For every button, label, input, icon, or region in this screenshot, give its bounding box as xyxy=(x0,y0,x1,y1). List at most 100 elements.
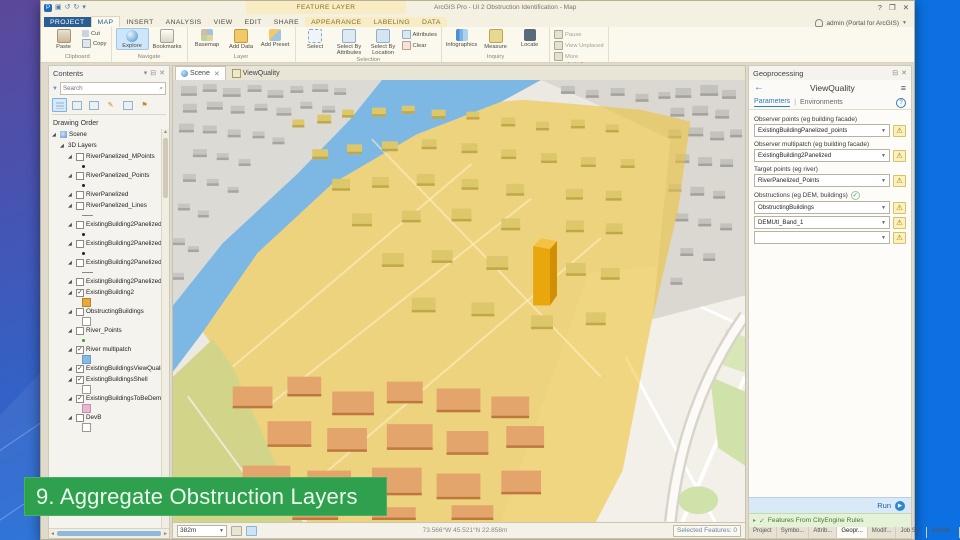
ribbon-button-select-by-location[interactable]: Select By Location xyxy=(368,28,399,56)
expand-icon[interactable]: ◢ xyxy=(68,377,74,383)
expand-icon[interactable]: ◢ xyxy=(68,192,74,198)
layer-visibility-checkbox[interactable] xyxy=(76,326,84,335)
ribbon-button-cut[interactable]: Cut xyxy=(82,30,107,37)
layer-item-riverpanelized-points[interactable]: ◢ RiverPanelized_Points xyxy=(52,170,161,181)
ribbon-tab-project[interactable]: PROJECT xyxy=(44,17,91,27)
ribbon-button-more[interactable]: More xyxy=(554,52,604,61)
dock-tab-attrib[interactable]: Attrib... xyxy=(809,527,838,538)
expand-icon[interactable]: ◢ xyxy=(68,279,74,285)
expand-icon[interactable]: ◢ xyxy=(68,154,74,160)
ribbon-button-pause[interactable]: Pause xyxy=(554,30,604,39)
warning-icon[interactable]: ⚠ xyxy=(893,231,906,244)
restore-button[interactable]: ❐ xyxy=(889,3,896,12)
parameter-dropdown[interactable]: ExistingBuilding2Panelized ▼ xyxy=(754,149,890,162)
menu-icon[interactable]: ≡ xyxy=(901,83,906,93)
pane-pin-icon[interactable]: ⊟ xyxy=(150,69,156,77)
list-by-data-source-icon[interactable] xyxy=(69,98,84,112)
ribbon-tab-insert[interactable]: INSERT xyxy=(120,17,159,27)
expand-icon[interactable]: ◢ xyxy=(68,290,74,296)
pane-pin-icon[interactable]: ⊟ xyxy=(892,69,898,77)
ribbon-tab-appearance[interactable]: APPEARANCE xyxy=(305,17,368,27)
ribbon-button-add-preset[interactable]: Add Preset xyxy=(260,28,291,48)
ribbon-tab-map[interactable]: MAP xyxy=(90,16,121,27)
tab-environments[interactable]: Environments xyxy=(800,99,843,106)
pane-menu-icon[interactable]: ▾ xyxy=(144,69,148,77)
customize-toolbar-icon[interactable]: ▾ xyxy=(82,3,86,12)
layer-item-existingbuilding2panelized-line[interactable]: ◢ExistingBuilding2Panelized_Line xyxy=(52,257,161,268)
ribbon-button-add-data[interactable]: Add Data xyxy=(226,28,257,50)
layer-item-existingbuilding2panelized-poin[interactable]: ◢ExistingBuilding2Panelized_Poin xyxy=(52,238,161,249)
ribbon-button-paste[interactable]: Paste xyxy=(48,28,79,50)
completed-notification[interactable]: ▸ ✓ Features From CityEngine Rules xyxy=(749,513,911,527)
dock-tab-geopr[interactable]: Geopr... xyxy=(837,527,868,538)
warning-icon[interactable]: ⚠ xyxy=(893,124,906,137)
list-by-snapping-icon[interactable] xyxy=(120,98,135,112)
help-icon[interactable]: ? xyxy=(896,97,906,108)
close-button[interactable]: ✕ xyxy=(903,3,909,12)
list-by-editing-icon[interactable]: ✎ xyxy=(103,98,118,112)
expand-icon[interactable]: ◢ xyxy=(68,396,74,402)
tree-item-scene[interactable]: ◢ Scene xyxy=(52,129,161,140)
parameter-dropdown[interactable]: ExistingBuildingPanelized_points ▼ xyxy=(754,124,890,137)
layer-item-river-points[interactable]: ◢ River_Points xyxy=(52,325,161,336)
parameter-dropdown[interactable]: ObstructingBuildings ▼ xyxy=(754,201,890,214)
expand-icon[interactable]: ◢ xyxy=(68,309,74,315)
ribbon-button-view-unplaced[interactable]: View Unplaced xyxy=(554,41,604,50)
account-menu[interactable]: admin (Portal for ArcGIS) ▼ xyxy=(815,19,911,27)
layer-item-river-multipatch[interactable]: ◢ ✓ River multipatch xyxy=(52,344,161,355)
view-tab-viewquality[interactable]: ViewQuality xyxy=(227,67,285,80)
layer-visibility-checkbox[interactable] xyxy=(76,220,84,229)
list-by-selection-icon[interactable] xyxy=(86,98,101,112)
tab-parameters[interactable]: Parameters xyxy=(754,98,791,107)
expand-icon[interactable]: ◢ xyxy=(60,143,66,149)
layer-visibility-checkbox[interactable] xyxy=(76,277,84,286)
layer-item-existingbuilding2[interactable]: ◢ ✓ ExistingBuilding2 xyxy=(52,287,161,298)
undo-icon[interactable]: ↺ xyxy=(65,3,71,12)
tree-item-3d-layers[interactable]: ◢ 3D Layers xyxy=(52,140,161,151)
contents-horizontal-scrollbar[interactable]: ◄ ► xyxy=(49,528,169,538)
layer-item-riverpanelized-lines[interactable]: ◢ RiverPanelized_Lines xyxy=(52,200,161,211)
expand-icon[interactable]: ◢ xyxy=(68,347,74,353)
layer-visibility-checkbox[interactable]: ✓ xyxy=(76,345,84,354)
warning-icon[interactable]: ⚠ xyxy=(893,149,906,162)
filter-icon[interactable]: ▼ xyxy=(52,86,58,92)
expand-icon[interactable]: ◢ xyxy=(68,366,74,372)
scene-viewport[interactable] xyxy=(173,80,745,522)
expand-icon[interactable]: ◢ xyxy=(68,203,74,209)
layer-item-existingbuildingstobedemolishe[interactable]: ◢✓ExistingBuildingsToBeDemolishe xyxy=(52,393,161,404)
layer-visibility-checkbox[interactable] xyxy=(76,413,84,422)
layer-item-obstructingbuildings[interactable]: ◢ ObstructingBuildings xyxy=(52,306,161,317)
layer-item-devb[interactable]: ◢ DevB xyxy=(52,412,161,423)
back-arrow-icon[interactable]: ← xyxy=(754,83,764,93)
close-tab-icon[interactable]: ✕ xyxy=(214,70,220,78)
save-icon[interactable]: ▣ xyxy=(55,3,62,12)
scale-selector[interactable]: 382m ▼ xyxy=(177,524,227,537)
layer-item-existingbuilding2panelized-mpo[interactable]: ◢ExistingBuilding2Panelized_MPo xyxy=(52,219,161,230)
ribbon-tab-data[interactable]: DATA xyxy=(416,17,447,27)
run-play-icon[interactable]: ▶ xyxy=(895,500,905,511)
expand-icon[interactable]: ◢ xyxy=(68,328,74,334)
sync-views-icon[interactable] xyxy=(246,525,257,536)
3d-scene[interactable] xyxy=(173,80,745,522)
dock-tab-modif[interactable]: Modif... xyxy=(868,527,897,538)
ribbon-button-basemap[interactable]: Basemap xyxy=(192,28,223,48)
dock-tab-bookm[interactable]: Bookm... xyxy=(927,527,960,538)
dock-tab-job-st[interactable]: Job St... xyxy=(896,527,928,538)
dock-tab-project[interactable]: Project xyxy=(749,527,777,538)
parameter-dropdown[interactable]: DEMUtl_Band_1 ▼ xyxy=(754,216,890,229)
ribbon-tab-labeling[interactable]: LABELING xyxy=(367,17,417,27)
expand-icon[interactable]: ◢ xyxy=(68,241,74,247)
layer-item-existingbuildingsviewquality[interactable]: ◢ ✓ ExistingBuildingsViewQuality xyxy=(52,363,161,374)
help-button[interactable]: ? xyxy=(878,3,882,12)
expand-icon[interactable]: ◢ xyxy=(68,415,74,421)
ribbon-button-infographics[interactable]: Infographics xyxy=(446,28,477,48)
ribbon-tab-view[interactable]: VIEW xyxy=(208,17,239,27)
ribbon-tab-edit[interactable]: EDIT xyxy=(239,17,268,27)
parameter-dropdown[interactable]: RiverPanelized_Points ▼ xyxy=(754,174,890,187)
layer-item-existingbuildingsshell[interactable]: ◢ ✓ ExistingBuildingsShell xyxy=(52,374,161,385)
navigator-icon[interactable] xyxy=(231,525,242,536)
layer-visibility-checkbox[interactable] xyxy=(76,258,84,267)
redo-icon[interactable]: ↻ xyxy=(74,3,80,12)
list-by-labeling-icon[interactable]: ⚑ xyxy=(137,98,152,112)
ribbon-button-clear[interactable]: Clear xyxy=(401,41,438,50)
